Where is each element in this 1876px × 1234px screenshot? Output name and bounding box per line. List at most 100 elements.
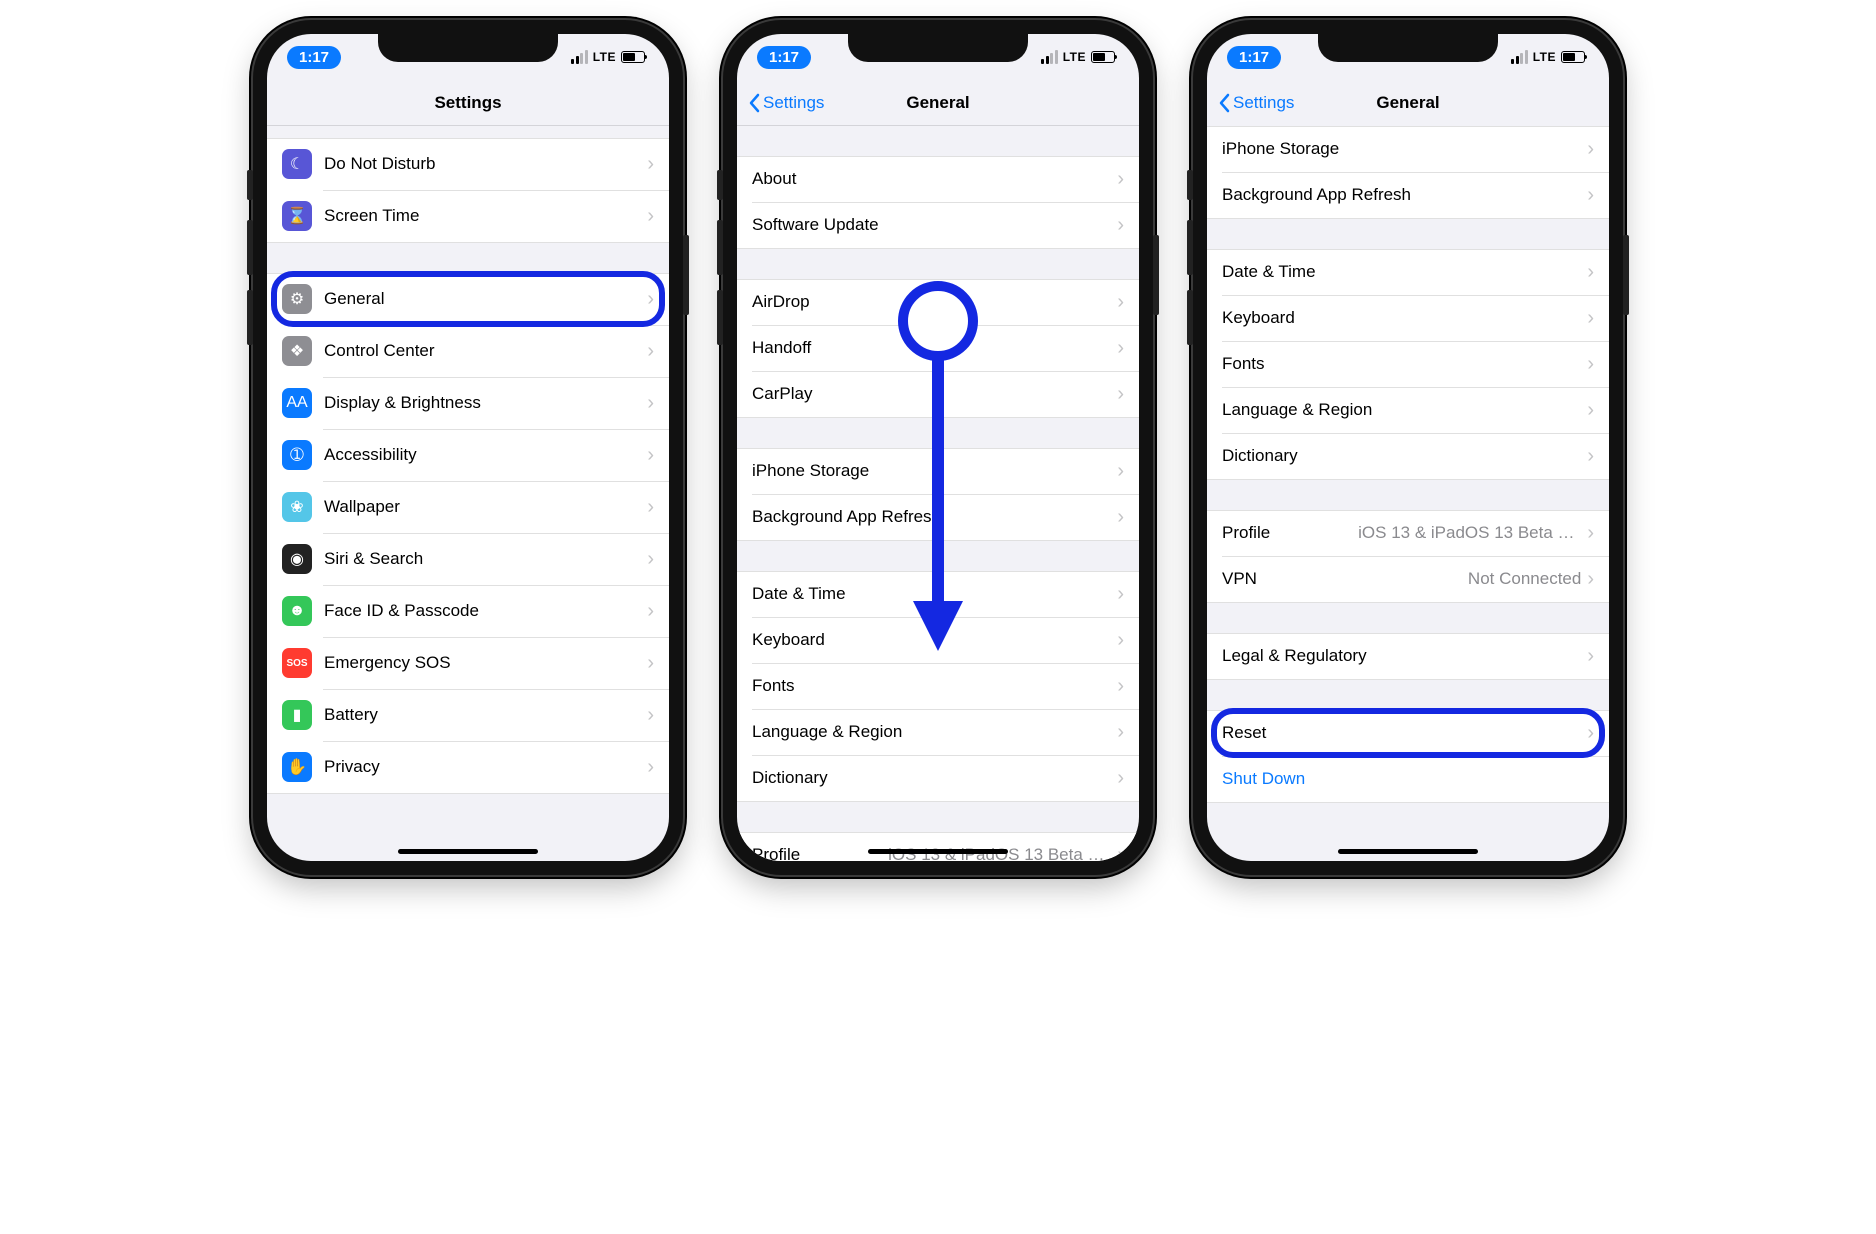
battery-icon bbox=[1561, 51, 1585, 63]
row-label: Display & Brightness bbox=[324, 393, 647, 413]
back-button[interactable]: Settings bbox=[747, 93, 824, 113]
row-dnd[interactable]: ☾Do Not Disturb› bbox=[267, 138, 669, 190]
row-general[interactable]: ⚙ General› bbox=[267, 273, 669, 325]
row-wallpaper[interactable]: ❀Wallpaper› bbox=[267, 481, 669, 533]
row-label: Wallpaper bbox=[324, 497, 647, 517]
siri-icon: ◉ bbox=[282, 544, 312, 574]
row-display[interactable]: AADisplay & Brightness› bbox=[267, 377, 669, 429]
general-list-scrolled[interactable]: iPhone Storage›Background App Refresh›Da… bbox=[1207, 126, 1609, 861]
chevron-right-icon: › bbox=[647, 445, 654, 465]
notch bbox=[1318, 34, 1498, 62]
screentime-icon: ⌛ bbox=[282, 201, 312, 231]
row-label: Language & Region bbox=[1222, 400, 1587, 420]
network-label: LTE bbox=[593, 50, 616, 64]
row-keyboard[interactable]: Keyboard› bbox=[1207, 295, 1609, 341]
row-language-region[interactable]: Language & Region› bbox=[1207, 387, 1609, 433]
row-label: Battery bbox=[324, 705, 647, 725]
row-profile[interactable]: ProfileiOS 13 & iPadOS 13 Beta Softwar..… bbox=[1207, 510, 1609, 556]
chevron-right-icon: › bbox=[1117, 768, 1124, 788]
chevron-right-icon: › bbox=[1117, 845, 1124, 861]
chevron-right-icon: › bbox=[647, 497, 654, 517]
row-label: Reset bbox=[1222, 723, 1587, 743]
privacy-icon: ✋ bbox=[282, 752, 312, 782]
back-label: Settings bbox=[1233, 93, 1294, 113]
row-vpn[interactable]: VPNNot Connected› bbox=[1207, 556, 1609, 602]
row-label: About bbox=[752, 169, 1117, 189]
row-dictionary[interactable]: Dictionary› bbox=[1207, 433, 1609, 479]
row-label: General bbox=[324, 289, 647, 309]
network-label: LTE bbox=[1063, 50, 1086, 64]
chevron-right-icon: › bbox=[647, 289, 654, 309]
row-sos[interactable]: SOSEmergency SOS› bbox=[267, 637, 669, 689]
back-button[interactable]: Settings bbox=[1217, 93, 1294, 113]
chevron-right-icon: › bbox=[1587, 308, 1594, 328]
battery-icon bbox=[1091, 51, 1115, 63]
row-dictionary[interactable]: Dictionary› bbox=[737, 755, 1139, 801]
row-reset[interactable]: Reset› bbox=[1207, 710, 1609, 756]
row-fonts[interactable]: Fonts› bbox=[1207, 341, 1609, 387]
nav-title: General bbox=[1376, 93, 1439, 113]
row-airdrop[interactable]: AirDrop› bbox=[737, 279, 1139, 325]
row-fonts[interactable]: Fonts› bbox=[737, 663, 1139, 709]
row-battery[interactable]: ▮Battery› bbox=[267, 689, 669, 741]
row-control-center[interactable]: ❖Control Center› bbox=[267, 325, 669, 377]
general-icon: ⚙ bbox=[282, 284, 312, 314]
nav-bar: Settings General bbox=[1207, 80, 1609, 126]
chevron-right-icon: › bbox=[647, 341, 654, 361]
row-iphone-storage[interactable]: iPhone Storage› bbox=[1207, 126, 1609, 172]
row-language-region[interactable]: Language & Region› bbox=[737, 709, 1139, 755]
network-label: LTE bbox=[1533, 50, 1556, 64]
row-screentime[interactable]: ⌛Screen Time› bbox=[267, 190, 669, 242]
phone-frame-3: 1:17 LTE Settings General iPhone Storage… bbox=[1193, 20, 1623, 875]
row-accessibility[interactable]: ➀Accessibility› bbox=[267, 429, 669, 481]
chevron-right-icon: › bbox=[1587, 354, 1594, 374]
row-shutdown[interactable]: Shut Down bbox=[1207, 756, 1609, 802]
chevron-right-icon: › bbox=[1117, 507, 1124, 527]
chevron-right-icon: › bbox=[1587, 400, 1594, 420]
home-indicator[interactable] bbox=[868, 849, 1008, 854]
row-handoff[interactable]: Handoff› bbox=[737, 325, 1139, 371]
chevron-right-icon: › bbox=[1117, 169, 1124, 189]
settings-list[interactable]: ☾Do Not Disturb›⌛Screen Time›⚙General›❖C… bbox=[267, 126, 669, 861]
row-iphone-storage[interactable]: iPhone Storage› bbox=[737, 448, 1139, 494]
chevron-right-icon: › bbox=[1587, 185, 1594, 205]
signal-icon bbox=[1041, 50, 1058, 64]
row-value: iOS 13 & iPadOS 13 Beta Softwar... bbox=[1358, 523, 1581, 543]
general-list[interactable]: About›Software Update›AirDrop›Handoff›Ca… bbox=[737, 126, 1139, 861]
row-label: Face ID & Passcode bbox=[324, 601, 647, 621]
row-date-time[interactable]: Date & Time› bbox=[737, 571, 1139, 617]
row-carplay[interactable]: CarPlay› bbox=[737, 371, 1139, 417]
row-bg-refresh[interactable]: Background App Refresh› bbox=[737, 494, 1139, 540]
notch bbox=[378, 34, 558, 62]
row-profile-cut[interactable]: ProfileiOS 13 & iPadOS 13 Beta Softwar..… bbox=[737, 832, 1139, 861]
row-software-update[interactable]: Software Update› bbox=[737, 202, 1139, 248]
row-privacy[interactable]: ✋Privacy› bbox=[267, 741, 669, 793]
chevron-right-icon: › bbox=[1117, 461, 1124, 481]
row-siri[interactable]: ◉Siri & Search› bbox=[267, 533, 669, 585]
chevron-right-icon: › bbox=[1117, 584, 1124, 604]
chevron-right-icon: › bbox=[1117, 338, 1124, 358]
home-indicator[interactable] bbox=[1338, 849, 1478, 854]
phone-frame-2: 1:17 LTE Settings General About›Software… bbox=[723, 20, 1153, 875]
time-pill: 1:17 bbox=[757, 46, 811, 69]
chevron-right-icon: › bbox=[647, 393, 654, 413]
row-keyboard[interactable]: Keyboard› bbox=[737, 617, 1139, 663]
battery-icon: ▮ bbox=[282, 700, 312, 730]
home-indicator[interactable] bbox=[398, 849, 538, 854]
chevron-right-icon: › bbox=[647, 757, 654, 777]
row-bg-refresh[interactable]: Background App Refresh› bbox=[1207, 172, 1609, 218]
row-about[interactable]: About› bbox=[737, 156, 1139, 202]
chevron-right-icon: › bbox=[1117, 676, 1124, 696]
chevron-right-icon: › bbox=[1587, 139, 1594, 159]
chevron-right-icon: › bbox=[647, 549, 654, 569]
nav-title: General bbox=[906, 93, 969, 113]
chevron-right-icon: › bbox=[1587, 446, 1594, 466]
row-label: Legal & Regulatory bbox=[1222, 646, 1587, 666]
time-pill: 1:17 bbox=[287, 46, 341, 69]
row-date-time[interactable]: Date & Time› bbox=[1207, 249, 1609, 295]
back-label: Settings bbox=[763, 93, 824, 113]
row-legal[interactable]: Legal & Regulatory› bbox=[1207, 633, 1609, 679]
row-faceid[interactable]: ☻Face ID & Passcode› bbox=[267, 585, 669, 637]
row-label: VPN bbox=[1222, 569, 1468, 589]
row-label: iPhone Storage bbox=[1222, 139, 1587, 159]
